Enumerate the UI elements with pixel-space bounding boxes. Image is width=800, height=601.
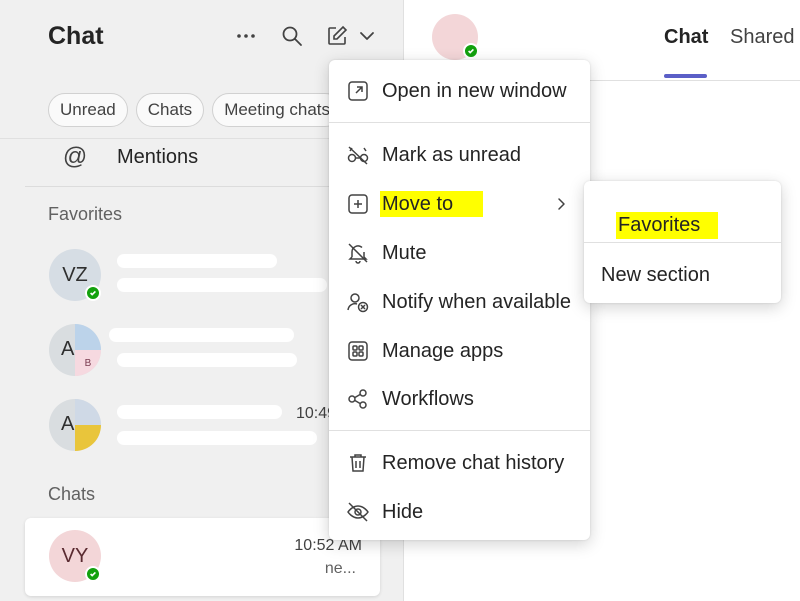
- more-icon[interactable]: [232, 22, 260, 50]
- presence-available-icon: [85, 566, 101, 582]
- member-thumbnail: [75, 425, 101, 451]
- new-section-option-label: New section: [601, 263, 710, 286]
- open-new-window-icon: [346, 79, 370, 103]
- redacted-preview: [117, 431, 317, 445]
- active-tab-indicator: [664, 74, 707, 78]
- filter-unread-chip[interactable]: Unread: [48, 93, 128, 127]
- move-to-label: Move to: [380, 190, 484, 217]
- hide-eye-icon: [346, 500, 370, 524]
- menu-item-remove-chat-history[interactable]: Remove chat history: [329, 441, 590, 485]
- filter-chips: Unread Chats Meeting chats: [48, 93, 343, 127]
- trash-icon: [346, 451, 370, 475]
- submenu-item-new-section[interactable]: New section: [584, 247, 781, 303]
- redacted-preview: [117, 353, 297, 367]
- chat-list-item[interactable]: A B: [25, 312, 380, 390]
- tab-shared[interactable]: Shared: [730, 26, 795, 49]
- avatar-initials: VZ: [62, 263, 88, 286]
- member-initial-badge: B: [75, 350, 101, 376]
- favorites-section-label: Favorites: [48, 204, 123, 224]
- menu-item-open-in-new-window[interactable]: Open in new window: [329, 69, 590, 113]
- move-to-icon: [346, 192, 370, 216]
- filter-chats-chip[interactable]: Chats: [135, 93, 205, 127]
- mark-unread-icon: [346, 143, 370, 167]
- tab-chat[interactable]: Chat: [664, 26, 708, 49]
- menu-item-mark-as-unread[interactable]: Mark as unread: [329, 133, 590, 177]
- move-to-submenu: Favorites New section: [584, 181, 781, 303]
- presence-available-icon: [85, 285, 101, 301]
- search-icon[interactable]: [278, 22, 306, 50]
- submenu-item-favorites[interactable]: Favorites: [584, 184, 781, 240]
- member-thumbnail: [75, 324, 101, 350]
- chevron-down-icon[interactable]: [353, 22, 381, 50]
- workflows-icon: [346, 387, 370, 411]
- redacted-name: [109, 328, 294, 342]
- redacted-preview: [117, 278, 327, 292]
- avatar-initials: VY: [61, 544, 89, 567]
- mentions-item[interactable]: @ Mentions: [60, 143, 198, 171]
- divider: [25, 186, 380, 187]
- manage-apps-icon: [346, 339, 370, 363]
- chat-list-item[interactable]: A 10:49: [25, 387, 380, 465]
- presence-available-icon: [463, 43, 479, 59]
- chevron-right-icon: [554, 197, 568, 211]
- filter-meeting-chats-chip[interactable]: Meeting chats: [212, 93, 343, 127]
- divider: [584, 242, 781, 243]
- menu-item-hide[interactable]: Hide: [329, 490, 590, 534]
- menu-item-notify-when-available[interactable]: Notify when available: [329, 280, 590, 324]
- favorites-option-label: Favorites: [616, 212, 719, 239]
- redacted-name: [117, 254, 277, 268]
- mute-bell-icon: [346, 241, 370, 265]
- compose-icon[interactable]: [323, 22, 351, 50]
- chats-section-label: Chats: [48, 484, 96, 504]
- chat-preview: ne...: [324, 560, 356, 577]
- mentions-label: Mentions: [117, 145, 199, 168]
- menu-item-workflows[interactable]: Workflows: [329, 377, 590, 421]
- page-title: Chat: [48, 22, 104, 50]
- group-avatar: A: [49, 399, 101, 451]
- at-icon: @: [62, 143, 88, 170]
- chat-list-item[interactable]: VZ: [25, 237, 380, 315]
- menu-item-move-to[interactable]: Move to: [329, 182, 590, 226]
- menu-item-mute[interactable]: Mute: [329, 231, 590, 275]
- chat-context-menu: Open in new window Mark as unread Move t…: [329, 60, 590, 540]
- chat-list-item-selected[interactable]: VY 10:52 AM ne...: [25, 518, 380, 596]
- divider: [329, 122, 590, 123]
- menu-item-manage-apps[interactable]: Manage apps: [329, 329, 590, 373]
- divider: [329, 430, 590, 431]
- redacted-name: [117, 405, 282, 419]
- member-thumbnail: [75, 399, 101, 425]
- notify-available-icon: [346, 290, 370, 314]
- group-avatar: A B: [49, 324, 101, 376]
